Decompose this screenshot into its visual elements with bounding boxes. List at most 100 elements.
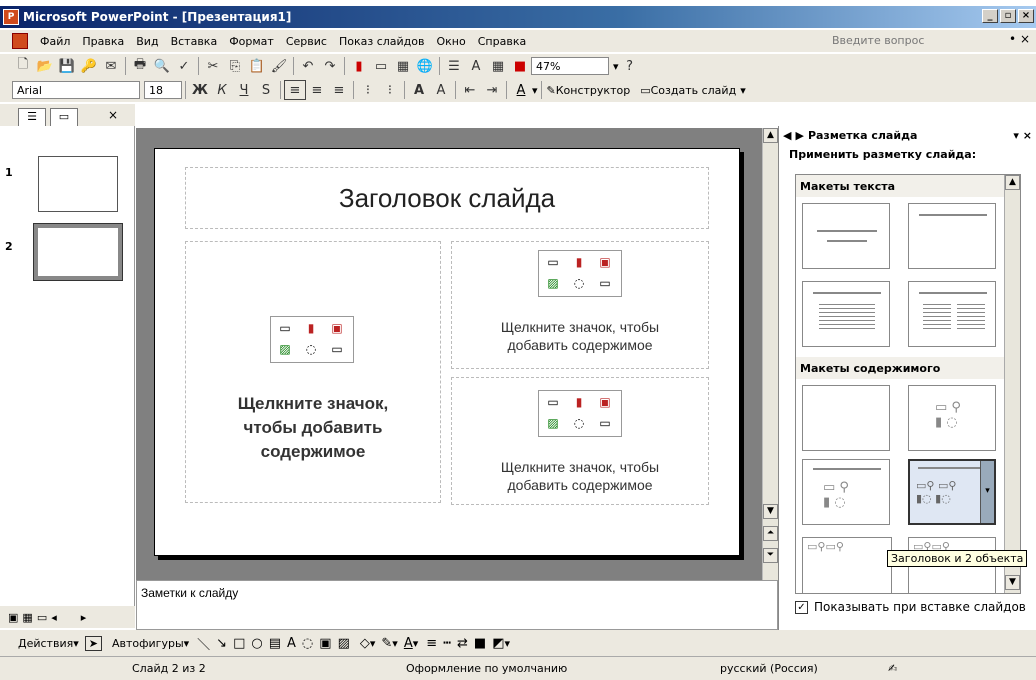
menu-slideshow[interactable]: Показ слайдов	[333, 35, 431, 48]
layout-title-four-content[interactable]: ▭⚲▭⚲	[802, 537, 892, 593]
layout-content[interactable]: ▭ ⚲ ▮ ◌	[908, 385, 996, 451]
scroll-left-icon[interactable]: ◂	[51, 611, 57, 624]
fill-color-icon[interactable]: ◇	[360, 636, 370, 651]
bullets-icon[interactable]: ⁝	[379, 80, 401, 100]
3d-style-icon[interactable]: ◩	[492, 636, 504, 651]
arrow-style-icon[interactable]: ⇄	[457, 636, 468, 651]
help-question-input[interactable]: Введите вопрос	[832, 34, 924, 47]
align-left-icon[interactable]: ≡	[284, 80, 306, 100]
bold-button[interactable]: Ж	[189, 80, 211, 100]
restore-button[interactable]: ▫	[1000, 9, 1016, 23]
actions-dropdown-icon[interactable]: ▾	[73, 637, 79, 650]
media-icon[interactable]: ▭	[327, 340, 347, 358]
content-placeholder-left[interactable]: ▭ ▮ ▣ ▨ ◌ ▭ Щелкните значок, чтобы добав…	[185, 241, 441, 503]
print-icon[interactable]: 🖶	[129, 56, 151, 76]
picture-icon[interactable]: ▨	[543, 274, 563, 292]
align-center-icon[interactable]: ≡	[306, 80, 328, 100]
diagram-icon[interactable]: ◌	[569, 274, 589, 292]
spelling-icon[interactable]: ✓	[173, 56, 195, 76]
layout-blank[interactable]	[802, 385, 890, 451]
font-color-icon[interactable]: A	[404, 636, 413, 651]
content-placeholder-right-top[interactable]: ▭ ▮ ▣ ▨ ◌ ▭ Щелкните значок, чтобы добав…	[451, 241, 709, 369]
notes-pane[interactable]: Заметки к слайду	[136, 580, 778, 630]
chart-icon[interactable]: ▮	[301, 319, 321, 337]
picture-icon[interactable]: ▨	[338, 636, 350, 651]
layout-dropdown-icon[interactable]: ▾	[980, 461, 994, 523]
copy-icon[interactable]: ⎘	[224, 56, 246, 76]
cut-icon[interactable]: ✂	[202, 56, 224, 76]
help-icon[interactable]: ?	[619, 56, 641, 76]
scroll-down-icon[interactable]: ▼	[763, 504, 778, 519]
decrease-indent-icon[interactable]: ⇤	[459, 80, 481, 100]
textbox-icon[interactable]: ▤	[269, 636, 281, 651]
content-placeholder-right-bottom[interactable]: ▭ ▮ ▣ ▨ ◌ ▭ Щелкните значок, чтобы добав…	[451, 377, 709, 505]
increase-font-icon[interactable]: A	[408, 80, 430, 100]
permission-icon[interactable]: 🔑	[78, 56, 100, 76]
document-icon[interactable]	[12, 33, 28, 49]
designer-icon[interactable]: ✎	[547, 84, 556, 97]
slide-thumbnail-2[interactable]	[33, 223, 123, 281]
picture-icon[interactable]: ▨	[543, 414, 563, 432]
menu-help[interactable]: Справка	[472, 35, 532, 48]
notes-placeholder[interactable]: Заметки к слайду	[141, 586, 238, 600]
font-color-icon[interactable]: A	[510, 80, 532, 100]
show-on-insert-checkbox[interactable]: ✓	[795, 600, 808, 614]
line-style-icon[interactable]: ≡	[426, 636, 437, 651]
wordart-icon[interactable]: A	[287, 636, 296, 651]
undo-icon[interactable]: ↶	[297, 56, 319, 76]
layout-title-only[interactable]	[908, 203, 996, 269]
numbering-icon[interactable]: ⁝	[357, 80, 379, 100]
menu-insert[interactable]: Вставка	[165, 35, 224, 48]
diagram-icon[interactable]: ◌	[569, 414, 589, 432]
new-slide-icon[interactable]: ▭	[640, 84, 650, 97]
chart-icon[interactable]: ▮	[348, 56, 370, 76]
gallery-scroll-down-icon[interactable]: ▼	[1005, 575, 1020, 590]
save-icon[interactable]: 💾	[56, 56, 78, 76]
layout-title-two-columns[interactable]	[908, 281, 996, 347]
expand-all-icon[interactable]: ☰	[443, 56, 465, 76]
autoshapes-dropdown-icon[interactable]: ▾	[184, 637, 190, 650]
table-icon[interactable]: ▭	[275, 319, 295, 337]
decrease-font-icon[interactable]: A	[430, 80, 452, 100]
media-icon[interactable]: ▭	[595, 274, 615, 292]
close-pane-icon[interactable]: ×	[108, 108, 118, 122]
increase-indent-icon[interactable]: ⇥	[481, 80, 503, 100]
line-color-dropdown-icon[interactable]: ▾	[392, 637, 398, 650]
menu-file[interactable]: Файл	[34, 35, 76, 48]
select-pointer-icon[interactable]: ➤	[84, 635, 102, 651]
gallery-scrollbar[interactable]: ▲ ▼	[1004, 175, 1020, 593]
menu-window[interactable]: Окно	[431, 35, 472, 48]
table-icon[interactable]: ▭	[370, 56, 392, 76]
grid-icon[interactable]: ▦	[487, 56, 509, 76]
diagram-icon[interactable]: ◌	[302, 636, 313, 651]
menu-view[interactable]: Вид	[130, 35, 164, 48]
layout-title-two-content-selected[interactable]: ▭⚲ ▭⚲ ▮◌ ▮◌ ▾	[908, 459, 996, 525]
line-icon[interactable]: ＼	[197, 634, 210, 653]
font-color-dropdown-icon[interactable]: ▾	[413, 637, 419, 650]
toolbar-options-icon[interactable]: ▾	[505, 637, 511, 650]
actions-menu[interactable]: Действия	[18, 637, 73, 650]
clipart-icon[interactable]: ▣	[595, 393, 615, 411]
slides-tab[interactable]: ▭	[50, 108, 78, 126]
slide-sorter-icon[interactable]: ▦	[22, 611, 32, 624]
chart-icon[interactable]: ▮	[569, 253, 589, 271]
powerpoint-app-icon[interactable]: P	[3, 9, 19, 25]
font-combo[interactable]: Arial	[12, 81, 140, 99]
spelling-status-icon[interactable]: ✍	[888, 662, 897, 675]
font-size-combo[interactable]: 18	[144, 81, 182, 99]
dash-style-icon[interactable]: ┅	[443, 636, 451, 651]
chart-icon[interactable]: ▮	[569, 393, 589, 411]
back-icon[interactable]: ◀	[783, 129, 791, 142]
show-on-insert-row[interactable]: ✓ Показывать при вставке слайдов	[795, 600, 1026, 614]
font-color-dropdown-icon[interactable]: ▾	[532, 84, 538, 97]
forward-icon[interactable]: ▶	[795, 129, 803, 142]
next-slide-icon[interactable]: ⏷	[763, 548, 778, 563]
table-icon[interactable]: ▭	[543, 253, 563, 271]
tables-borders-icon[interactable]: ▦	[392, 56, 414, 76]
arrow-icon[interactable]: ↘	[216, 636, 227, 651]
menu-edit[interactable]: Правка	[76, 35, 130, 48]
align-right-icon[interactable]: ≡	[328, 80, 350, 100]
layout-title-slide[interactable]	[802, 203, 890, 269]
normal-view-icon[interactable]: ▣	[8, 611, 18, 624]
color-grayscale-icon[interactable]: ■	[509, 56, 531, 76]
